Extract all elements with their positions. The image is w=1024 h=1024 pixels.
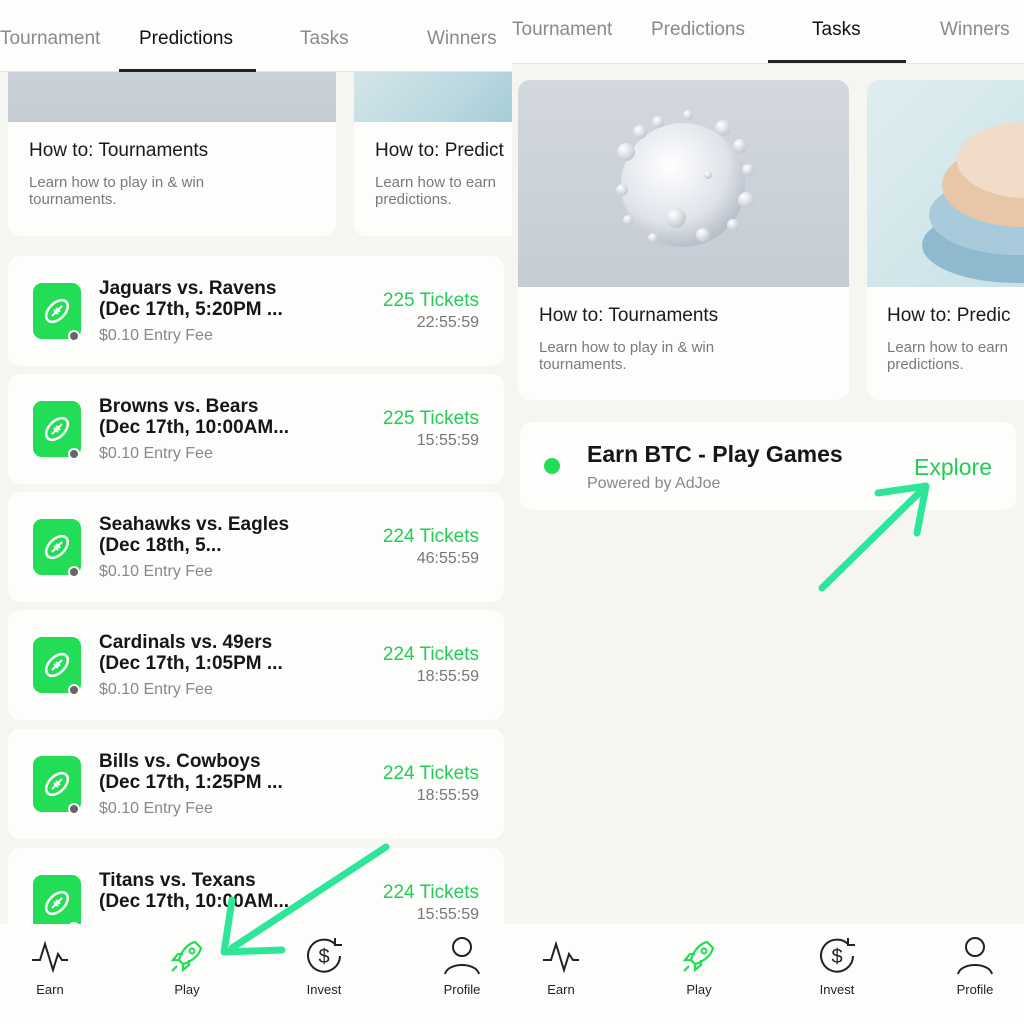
game-title: Jaguars vs. Ravens (Dec 17th, 5:20PM ... xyxy=(99,278,283,320)
nav-play[interactable]: Play xyxy=(659,934,739,997)
game-title: Titans vs. Texans (Dec 17th, 10:00AM... xyxy=(99,870,290,912)
task-title: Earn BTC - Play Games xyxy=(587,441,843,467)
howto-desc: Learn how to earn predictions. xyxy=(887,339,1008,373)
status-dot xyxy=(68,330,80,342)
task-subtitle: Powered by AdJoe xyxy=(587,475,721,492)
entry-fee: $0.10 Entry Fee xyxy=(99,445,213,462)
countdown: 46:55:59 xyxy=(416,550,479,567)
nav-play[interactable]: Play xyxy=(147,934,227,997)
nav-label: Play xyxy=(174,982,200,997)
howto-tournaments-card[interactable]: How to: Tournaments Learn how to play in… xyxy=(518,80,849,400)
howto-title: How to: Tournaments xyxy=(29,140,209,161)
predictions-screen: How to: Tournaments Learn how to play in… xyxy=(0,0,512,1024)
nav-earn[interactable]: Earn xyxy=(521,934,601,997)
tickets-count: 225 Tickets xyxy=(382,290,479,311)
countdown: 15:55:59 xyxy=(416,432,479,449)
nav-profile[interactable]: Profile xyxy=(935,934,1015,997)
nav-label: Profile xyxy=(956,982,994,997)
abstract-shape-image xyxy=(922,122,1024,283)
countdown: 15:55:59 xyxy=(416,906,479,923)
tab-predictions[interactable]: Predictions xyxy=(651,19,745,41)
tickets-count: 224 Tickets xyxy=(382,526,479,547)
earn-btc-task-card: Earn BTC - Play Games Powered by AdJoe E… xyxy=(520,422,1016,510)
nav-label: Profile xyxy=(443,982,481,997)
entry-fee: $0.10 Entry Fee xyxy=(99,327,213,344)
svg-text:$: $ xyxy=(831,946,842,968)
user-icon xyxy=(957,937,993,975)
game-card[interactable]: Bills vs. Cowboys (Dec 17th, 1:25PM ... … xyxy=(8,729,504,839)
game-title: Bills vs. Cowboys (Dec 17th, 1:25PM ... xyxy=(99,751,283,793)
nav-label: Earn xyxy=(547,982,575,997)
tickets-count: 224 Tickets xyxy=(382,763,479,784)
tab-tasks[interactable]: Tasks xyxy=(300,28,349,50)
rocket-icon xyxy=(682,940,715,973)
status-dot xyxy=(68,684,80,696)
activity-icon xyxy=(543,940,579,974)
nav-label: Earn xyxy=(36,982,64,997)
nav-earn[interactable]: Earn xyxy=(10,934,90,997)
howto-title: How to: Tournaments xyxy=(539,305,719,326)
countdown: 18:55:59 xyxy=(416,668,479,685)
countdown: 18:55:59 xyxy=(416,787,479,804)
tickets-count: 224 Tickets xyxy=(382,882,479,903)
howto-title: How to: Predic xyxy=(887,305,1011,326)
tasks-screen: Tournament Predictions Tasks Winners How… xyxy=(512,0,1024,1024)
tournament-art xyxy=(518,80,849,287)
tickets-count: 225 Tickets xyxy=(382,408,479,429)
game-card[interactable]: Browns vs. Bears (Dec 17th, 10:00AM... $… xyxy=(8,374,504,484)
tab-winners[interactable]: Winners xyxy=(940,19,1010,41)
nav-invest[interactable]: $ Invest xyxy=(797,934,877,997)
status-dot xyxy=(544,458,560,474)
game-card[interactable]: Seahawks vs. Eagles (Dec 18th, 5... $0.1… xyxy=(8,492,504,602)
tab-tournament[interactable]: Tournament xyxy=(512,19,612,41)
nav-profile[interactable]: Profile xyxy=(422,934,502,997)
tab-tasks[interactable]: Tasks xyxy=(812,19,861,41)
svg-text:$: $ xyxy=(318,946,329,968)
game-card[interactable]: Jaguars vs. Ravens (Dec 17th, 5:20PM ...… xyxy=(8,256,504,366)
howto-desc: Learn how to earn predictions. xyxy=(375,174,496,208)
status-dot xyxy=(68,448,80,460)
nav-invest[interactable]: $ Invest xyxy=(284,934,364,997)
status-dot xyxy=(68,566,80,578)
tab-predictions[interactable]: Predictions xyxy=(139,28,233,50)
top-tabs: Tournament Predictions Tasks Winners xyxy=(512,0,1024,64)
game-title: Browns vs. Bears (Dec 17th, 10:00AM... xyxy=(99,396,290,438)
dollar-cycle-icon: $ xyxy=(820,938,855,973)
bottom-nav: Earn Play $ Invest Profile xyxy=(512,924,1024,1024)
bubble-sphere-image xyxy=(616,110,754,247)
activity-icon xyxy=(32,940,68,974)
countdown: 22:55:59 xyxy=(416,314,479,331)
howto-desc: Learn how to play in & win tournaments. xyxy=(29,174,205,208)
explore-button[interactable]: Explore xyxy=(914,454,992,481)
tab-tournament[interactable]: Tournament xyxy=(0,28,100,50)
game-title: Cardinals vs. 49ers (Dec 17th, 1:05PM ..… xyxy=(99,632,283,674)
nav-label: Invest xyxy=(819,982,855,997)
nav-label: Play xyxy=(686,982,712,997)
active-tab-indicator xyxy=(768,60,906,63)
game-card[interactable]: Cardinals vs. 49ers (Dec 17th, 1:05PM ..… xyxy=(8,610,504,720)
status-dot xyxy=(68,803,80,815)
entry-fee: $0.10 Entry Fee xyxy=(99,563,213,580)
bottom-nav: Earn Play $ Invest Profile xyxy=(0,924,512,1024)
entry-fee: $0.10 Entry Fee xyxy=(99,681,213,698)
howto-desc: Learn how to play in & win tournaments. xyxy=(539,339,715,373)
nav-label: Invest xyxy=(306,982,342,997)
rocket-icon xyxy=(170,940,203,973)
entry-fee: $0.10 Entry Fee xyxy=(99,800,213,817)
tickets-count: 224 Tickets xyxy=(382,644,479,665)
tab-winners[interactable]: Winners xyxy=(427,28,497,50)
howto-title: How to: Predict xyxy=(375,140,504,161)
user-icon xyxy=(444,937,480,975)
dollar-cycle-icon: $ xyxy=(307,938,342,973)
game-title: Seahawks vs. Eagles (Dec 18th, 5... xyxy=(99,514,290,556)
active-tab-indicator xyxy=(119,69,256,72)
predictions-art xyxy=(867,80,1024,287)
top-tabs: Tournament Predictions Tasks Winners xyxy=(0,0,512,72)
howto-predictions-card[interactable]: How to: Predic Learn how to earn predict… xyxy=(867,80,1024,400)
